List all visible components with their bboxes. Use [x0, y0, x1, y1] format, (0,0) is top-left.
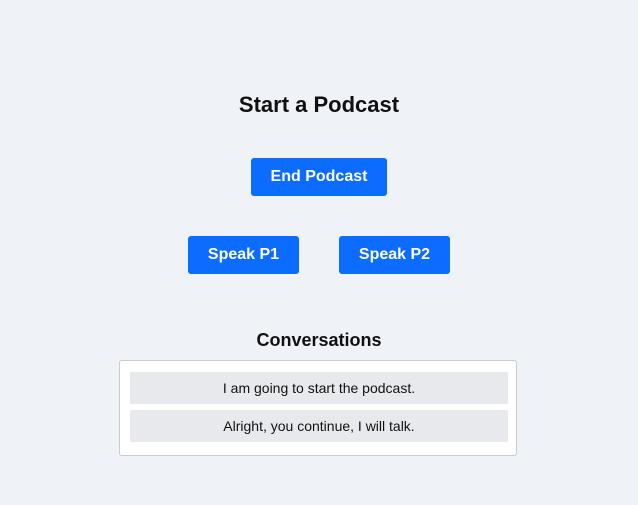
conversation-list: I am going to start the podcast. Alright…: [119, 360, 517, 456]
conversations-heading: Conversations: [256, 330, 382, 350]
end-podcast-button[interactable]: End Podcast: [251, 158, 387, 196]
conversation-message: I am going to start the podcast.: [130, 372, 508, 404]
page-title: Start a Podcast: [238, 92, 400, 117]
speak-p1-button[interactable]: Speak P1: [188, 236, 299, 274]
speak-p2-button[interactable]: Speak P2: [339, 236, 450, 274]
conversation-message: Alright, you continue, I will talk.: [130, 410, 508, 442]
